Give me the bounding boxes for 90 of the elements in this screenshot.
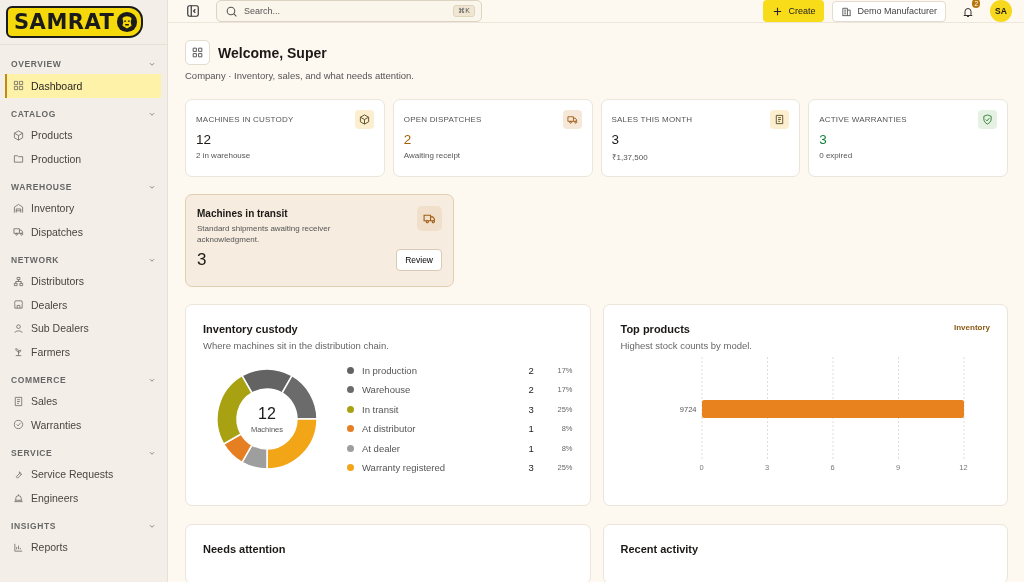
sidebar-toggle-icon[interactable]: [184, 2, 202, 20]
stat-note: 2 in warehouse: [196, 151, 252, 160]
legend-count: 3: [528, 462, 535, 474]
nav-item[interactable]: Sales: [5, 389, 161, 413]
section-header[interactable]: INSIGHTS: [5, 513, 167, 536]
store-icon: [13, 299, 24, 311]
network-icon: [13, 275, 24, 287]
nav-item[interactable]: Inventory: [5, 196, 161, 220]
legend-count: 3: [528, 403, 535, 415]
card-subtitle: Where machines sit in the distribution chain.: [203, 340, 390, 351]
stat-icon: [562, 110, 582, 129]
create-button[interactable]: Create: [763, 0, 825, 22]
stat-value: 3: [819, 132, 828, 147]
building-icon: [841, 5, 853, 17]
nav-item[interactable]: Products: [5, 123, 161, 147]
legend-count: 1: [528, 442, 535, 454]
stat-icon: [354, 110, 374, 129]
section-header[interactable]: SERVICE: [5, 440, 167, 463]
stat-icon: [770, 110, 790, 129]
stat-label: OPEN DISPATCHES: [403, 115, 482, 124]
section-header[interactable]: CATALOG: [5, 101, 167, 124]
box-icon: [13, 129, 24, 141]
folder-icon: [13, 153, 24, 165]
brand-logo[interactable]: SAMRAT: [6, 6, 144, 38]
card-subtitle: Highest stock counts by model.: [620, 340, 753, 351]
legend-label: Warranty registered: [362, 462, 447, 474]
legend-count: 1: [528, 423, 535, 435]
organization-button[interactable]: Demo Manufacturer: [832, 0, 946, 22]
donut-total: 12: [258, 404, 276, 423]
legend-count: 2: [528, 364, 535, 376]
legend-label: In transit: [362, 403, 400, 415]
inventory-link[interactable]: Inventory: [954, 323, 990, 335]
truck-icon: [13, 226, 24, 238]
nav-item[interactable]: Farmers: [5, 340, 161, 364]
lion-icon: [116, 11, 139, 33]
grid-icon: [13, 80, 24, 92]
plant-icon: [13, 346, 24, 358]
grid-icon: [185, 40, 210, 65]
nav-item[interactable]: Dispatches: [5, 220, 161, 244]
page-title: Welcome, Super: [218, 44, 327, 61]
search-icon: [225, 4, 238, 18]
legend-label: In production: [362, 364, 418, 376]
review-button[interactable]: Review: [396, 249, 442, 271]
stat-icon: [978, 110, 997, 129]
document-icon: [13, 395, 24, 407]
section-header[interactable]: OVERVIEW: [5, 52, 167, 74]
nav-item[interactable]: Dealers: [5, 293, 161, 317]
nav-item[interactable]: Dashboard: [5, 74, 161, 98]
stat-label: ACTIVE WARRANTIES: [819, 115, 907, 124]
section-header[interactable]: WAREHOUSE: [5, 174, 167, 197]
wrench-icon: [13, 468, 24, 480]
legend-count: 2: [528, 384, 535, 396]
section-header[interactable]: COMMERCE: [5, 367, 167, 390]
card-title: Recent activity: [620, 543, 700, 555]
page-subtitle: Company · Inventory, sales, and what needs attention.: [185, 70, 415, 81]
stat-note: 0 expired: [819, 151, 854, 160]
card-title: Needs attention: [203, 543, 287, 555]
card-title: Machines in transit: [197, 208, 289, 219]
stat-note: ₹1,37,500: [611, 152, 649, 162]
nav-item[interactable]: Reports: [5, 535, 161, 559]
bell-icon[interactable]: [962, 6, 974, 18]
legend-label: At dealer: [362, 442, 402, 454]
nav-item[interactable]: Warranties: [5, 413, 161, 437]
stat-label: SALES THIS MONTH: [611, 115, 693, 124]
search-input[interactable]: Search...: [244, 6, 448, 16]
person-icon: [13, 322, 24, 334]
plus-icon: [772, 5, 784, 17]
section-header[interactable]: NETWORK: [5, 247, 167, 270]
card-title: Inventory custody: [203, 323, 299, 335]
stat-label: MACHINES IN CUSTODY: [196, 115, 294, 124]
stat-value: 2: [403, 132, 413, 147]
card-description: Standard shipments awaiting receiver acknowledgment.: [197, 223, 332, 245]
legend-label: At distributor: [362, 423, 417, 435]
nav-item[interactable]: Service Requests: [5, 462, 161, 486]
stat-note: Awaiting receipt: [403, 151, 462, 160]
truck-icon: [417, 206, 442, 231]
brand-name: SAMRAT: [14, 9, 115, 35]
card-value: 3: [197, 250, 207, 270]
helmet-icon: [13, 492, 24, 504]
nav-item[interactable]: Production: [5, 147, 161, 171]
nav-item[interactable]: Engineers: [5, 486, 161, 510]
bar-chart-icon: [13, 541, 24, 553]
user-avatar[interactable]: SA: [990, 0, 1012, 22]
building-icon: [13, 202, 24, 214]
card-title: Top products: [620, 323, 690, 335]
nav-item[interactable]: Sub Dealers: [5, 316, 161, 340]
nav-item[interactable]: Distributors: [5, 269, 161, 293]
stat-value: 3: [611, 132, 620, 147]
legend-label: Warehouse: [362, 384, 412, 396]
stat-value: 12: [196, 132, 213, 147]
